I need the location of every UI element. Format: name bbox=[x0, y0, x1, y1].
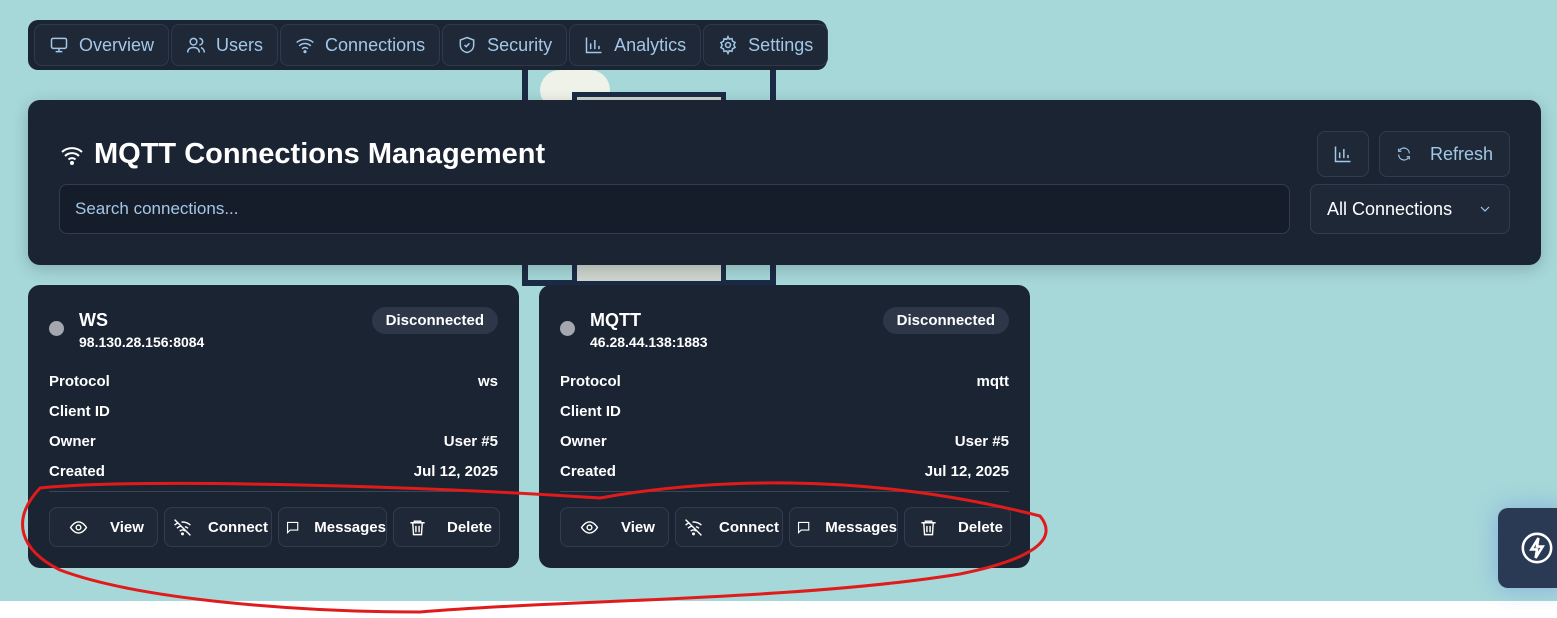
delete-label: Delete bbox=[958, 518, 1004, 536]
detail-label: Protocol bbox=[560, 372, 621, 390]
refresh-icon bbox=[1398, 147, 1410, 161]
connection-details: Protocol mqtt Client ID Owner User #5 Crea… bbox=[560, 366, 1009, 486]
detail-row: Client ID bbox=[49, 396, 498, 426]
eye-icon bbox=[580, 520, 599, 534]
detail-row: Protocol mqtt bbox=[560, 366, 1009, 396]
delete-button[interactable]: Delete bbox=[904, 507, 1011, 547]
view-button[interactable]: View bbox=[49, 507, 158, 547]
detail-row: Owner User #5 bbox=[49, 426, 498, 456]
divider bbox=[560, 491, 1009, 492]
shield-check-icon bbox=[459, 36, 475, 54]
page-title: MQTT Connections Management bbox=[60, 138, 545, 171]
users-icon bbox=[186, 37, 206, 53]
detail-value: Jul 12, 2025 bbox=[413, 462, 498, 480]
tab-label: Analytics bbox=[614, 34, 687, 55]
filter-selected-value: All Connections bbox=[1327, 198, 1453, 219]
connection-card: WS 98.130.28.156:8084 Disconnected Proto… bbox=[28, 285, 519, 568]
gear-icon bbox=[720, 35, 737, 55]
detail-label: Owner bbox=[560, 432, 607, 450]
top-nav: Overview Users Connections Security Anal… bbox=[28, 20, 829, 70]
message-square-icon bbox=[286, 521, 299, 534]
chevron-down-icon bbox=[1480, 206, 1490, 212]
connection-filter-select[interactable]: All Connections bbox=[1310, 184, 1510, 234]
connection-address: 46.28.44.138:1883 bbox=[590, 334, 708, 350]
tab-overview[interactable]: Overview bbox=[34, 24, 170, 66]
tab-label: Users bbox=[216, 34, 264, 55]
detail-row: Created Jul 12, 2025 bbox=[49, 456, 498, 486]
bar-chart-icon bbox=[585, 37, 602, 54]
detail-label: Created bbox=[49, 462, 105, 480]
trash-icon bbox=[921, 519, 936, 535]
wifi-off-icon bbox=[174, 518, 191, 536]
detail-value: User #5 bbox=[954, 432, 1009, 450]
tab-label: Overview bbox=[79, 34, 155, 55]
detail-value: User #5 bbox=[443, 432, 498, 450]
view-label: View bbox=[621, 518, 655, 536]
wifi-icon bbox=[61, 146, 83, 165]
tab-label: Connections bbox=[325, 34, 426, 55]
messages-label: Messages bbox=[825, 518, 897, 536]
page-title-text: MQTT Connections Management bbox=[94, 138, 546, 170]
detail-label: Protocol bbox=[49, 372, 110, 390]
detail-label: Client ID bbox=[560, 402, 621, 420]
view-button[interactable]: View bbox=[560, 507, 669, 547]
message-square-icon bbox=[797, 521, 810, 534]
connect-label: Connect bbox=[719, 518, 779, 536]
connection-address: 98.130.28.156:8084 bbox=[79, 334, 205, 350]
card-actions: View Connect Messages Delete bbox=[560, 507, 1011, 547]
detail-value: Jul 12, 2025 bbox=[924, 462, 1009, 480]
divider bbox=[49, 491, 498, 492]
lightning-icon bbox=[1521, 532, 1553, 564]
status-badge: Disconnected bbox=[371, 307, 498, 334]
quick-action-button[interactable] bbox=[1498, 508, 1557, 588]
detail-row: Client ID bbox=[560, 396, 1009, 426]
search-input[interactable] bbox=[59, 184, 1290, 234]
status-indicator bbox=[560, 321, 575, 336]
tab-label: Security bbox=[487, 34, 553, 55]
connection-details: Protocol ws Client ID Owner User #5 Create… bbox=[49, 366, 498, 486]
detail-row: Protocol ws bbox=[49, 366, 498, 396]
tab-settings[interactable]: Settings bbox=[703, 24, 829, 66]
connections-header-panel: MQTT Connections Management Refresh All … bbox=[28, 100, 1541, 265]
refresh-label: Refresh bbox=[1429, 143, 1493, 164]
tab-connections[interactable]: Connections bbox=[280, 24, 441, 66]
detail-row: Created Jul 12, 2025 bbox=[560, 456, 1009, 486]
connection-card: MQTT 46.28.44.138:1883 Disconnected Prot… bbox=[539, 285, 1030, 568]
connection-name: MQTT bbox=[590, 310, 641, 330]
tab-security[interactable]: Security bbox=[442, 24, 568, 66]
messages-button[interactable]: Messages bbox=[789, 507, 898, 547]
refresh-button[interactable]: Refresh bbox=[1379, 131, 1510, 177]
connect-button[interactable]: Connect bbox=[164, 507, 272, 547]
trash-icon bbox=[410, 519, 425, 535]
analytics-button[interactable] bbox=[1317, 131, 1369, 177]
detail-row: Owner User #5 bbox=[560, 426, 1009, 456]
view-label: View bbox=[110, 518, 144, 536]
tab-users[interactable]: Users bbox=[171, 24, 279, 66]
connect-label: Connect bbox=[208, 518, 268, 536]
card-actions: View Connect Messages Delete bbox=[49, 507, 500, 547]
tab-label: Settings bbox=[748, 34, 814, 55]
detail-value: mqtt bbox=[976, 372, 1010, 390]
bar-chart-icon bbox=[1334, 146, 1351, 163]
detail-label: Owner bbox=[49, 432, 96, 450]
messages-label: Messages bbox=[314, 518, 386, 536]
eye-icon bbox=[69, 520, 88, 534]
connect-button[interactable]: Connect bbox=[675, 507, 783, 547]
status-indicator bbox=[49, 321, 64, 336]
detail-value: ws bbox=[477, 372, 498, 390]
wifi-off-icon bbox=[685, 518, 702, 536]
detail-label: Client ID bbox=[49, 402, 110, 420]
wifi-icon bbox=[296, 38, 314, 54]
delete-label: Delete bbox=[447, 518, 493, 536]
tab-analytics[interactable]: Analytics bbox=[569, 24, 702, 66]
messages-button[interactable]: Messages bbox=[278, 507, 387, 547]
connection-name: WS bbox=[79, 310, 108, 330]
status-badge: Disconnected bbox=[882, 307, 1009, 334]
monitor-icon bbox=[50, 37, 68, 53]
detail-label: Created bbox=[560, 462, 616, 480]
delete-button[interactable]: Delete bbox=[393, 507, 500, 547]
